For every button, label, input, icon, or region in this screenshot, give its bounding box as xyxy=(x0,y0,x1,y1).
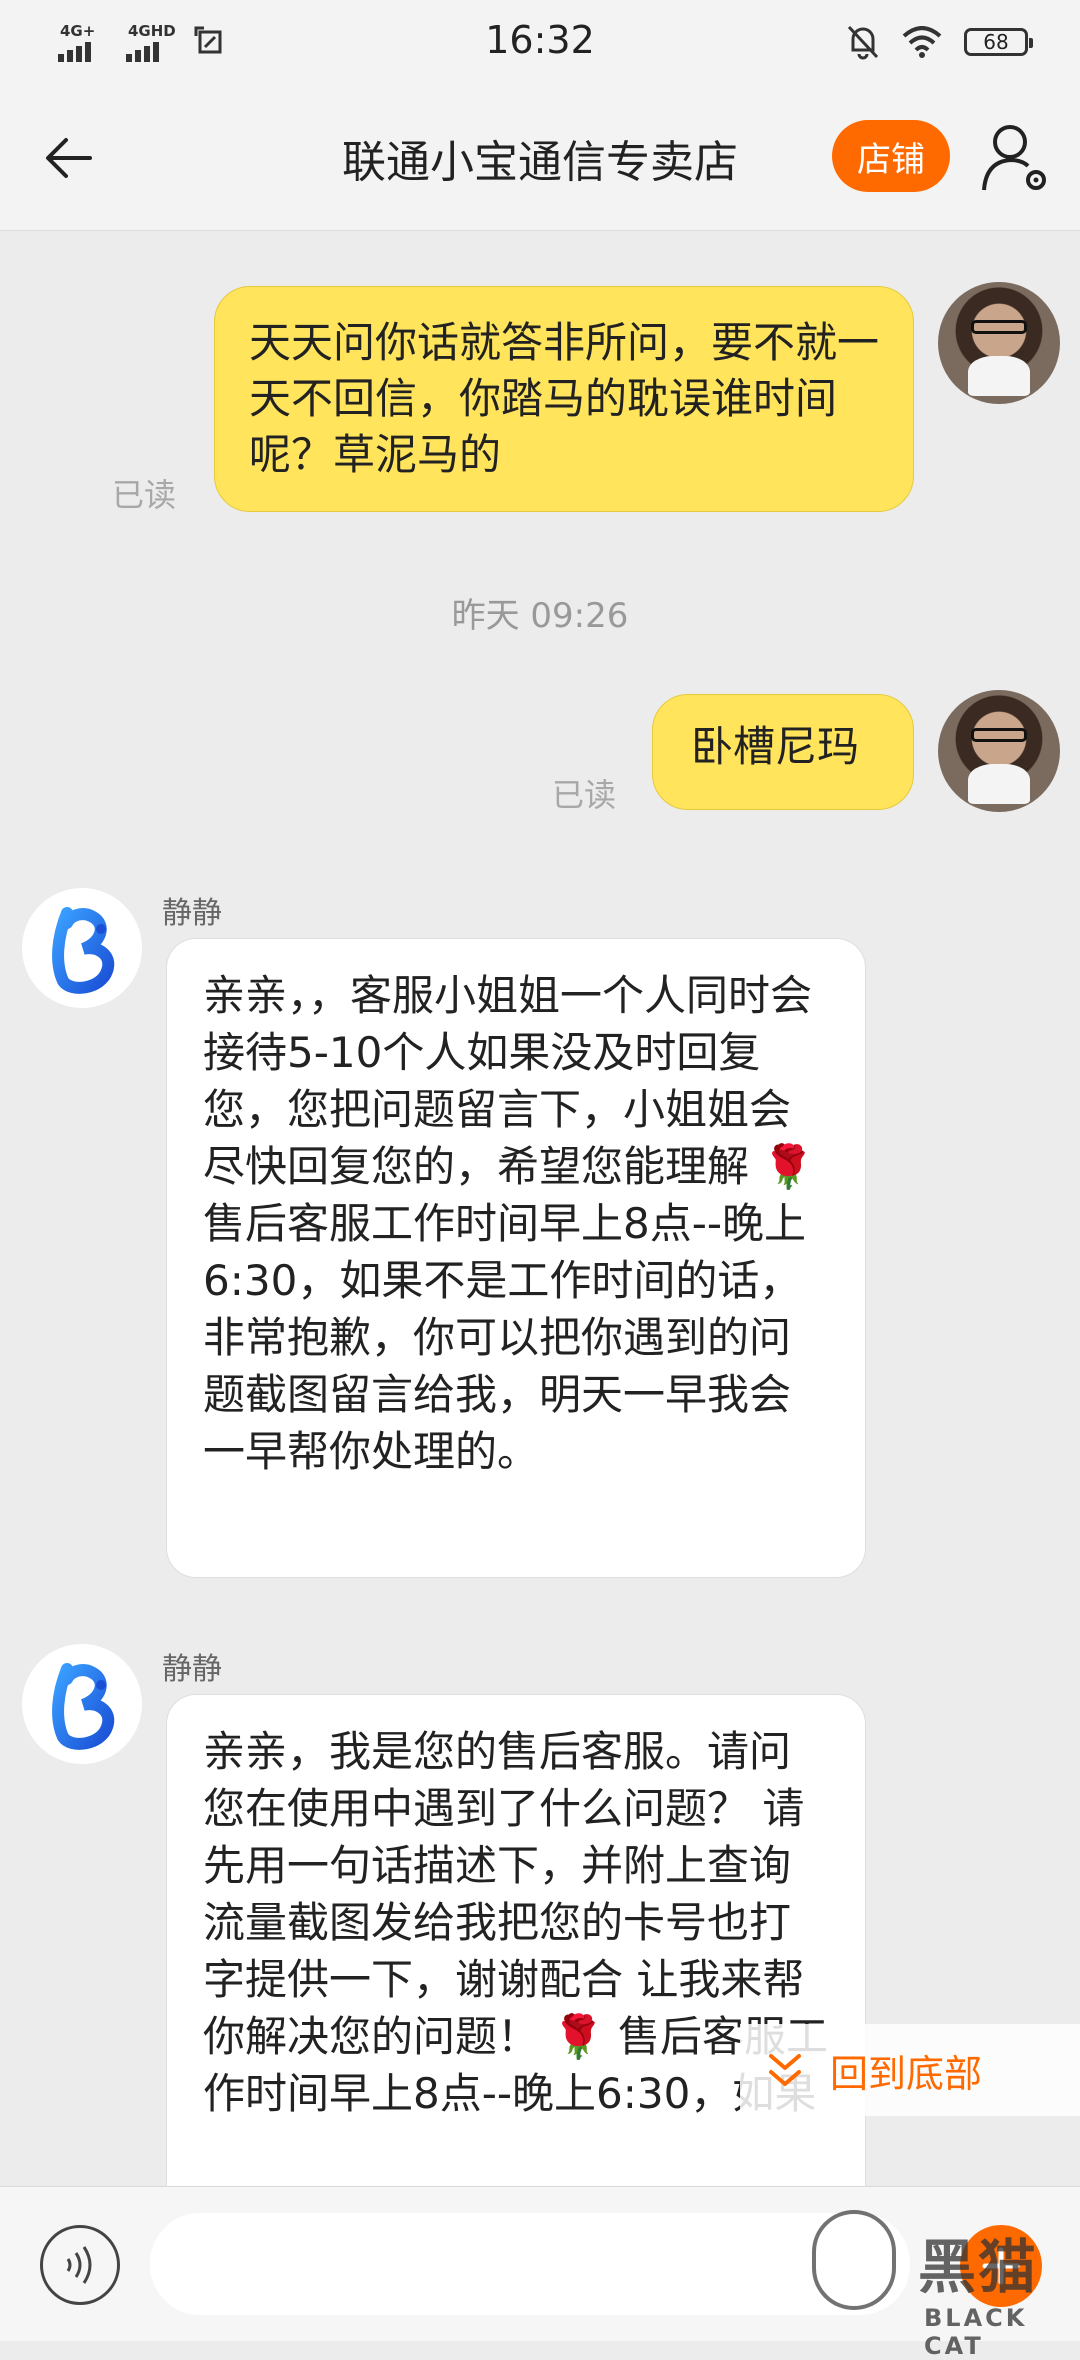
chat-header: 联通小宝通信专卖店 店铺 xyxy=(0,84,1080,231)
shop-logo-icon xyxy=(52,907,115,994)
shop-button[interactable]: 店铺 xyxy=(832,120,950,192)
cat-logo-icon xyxy=(812,2210,896,2310)
sender-name: 静静 xyxy=(162,1652,222,1687)
battery-level: 68 xyxy=(983,30,1009,54)
sender-name: 静静 xyxy=(162,896,222,931)
message-text: 亲亲，我是您的售后客服。请问您在使用中遇到了什么问题？ 请先用一句话描述下，并附… xyxy=(203,1727,828,2118)
scroll-to-bottom-button[interactable]: 回到底部 xyxy=(740,2024,1080,2116)
battery-icon: 68 xyxy=(964,28,1033,56)
black-cat-watermark: 黑猫 BLACK CAT xyxy=(800,2200,1080,2360)
shop-message-bubble[interactable]: 亲亲，我是您的售后客服。请问您在使用中遇到了什么问题？ 请先用一句话描述下，并附… xyxy=(166,1694,866,2254)
my-message-bubble[interactable]: 卧槽尼玛 xyxy=(652,694,914,810)
shop-message-bubble[interactable]: 亲亲，，客服小姐姐一个人同时会接待5-10个人如果没及时回复您，您把问题留言下，… xyxy=(166,938,866,1578)
my-message-bubble[interactable]: 天天问你话就答非所问，要不就一天不回信，你踏马的耽误谁时间呢？草泥马的 xyxy=(214,286,914,512)
user-settings-icon[interactable] xyxy=(980,120,1052,196)
scroll-to-bottom-label: 回到底部 xyxy=(830,2051,983,2096)
user-avatar[interactable] xyxy=(938,690,1060,812)
time-separator: 昨天 09:26 xyxy=(451,596,629,636)
double-chevron-down-icon xyxy=(769,2054,801,2086)
status-right: 68 xyxy=(846,20,1033,64)
shop-logo-icon xyxy=(52,1663,115,1750)
watermark-en: BLACK CAT xyxy=(924,2304,1028,2360)
shop-avatar[interactable] xyxy=(22,1644,142,1764)
voice-input-button[interactable] xyxy=(40,2225,120,2305)
message-text: 亲亲，，客服小姐姐一个人同时会接待5-10个人如果没及时回复您，您把问题留言下，… xyxy=(203,971,815,1476)
user-avatar[interactable] xyxy=(938,282,1060,404)
read-status: 已读 xyxy=(112,476,177,514)
mute-bell-icon xyxy=(847,25,879,60)
watermark-cn: 黑猫 xyxy=(918,2233,1039,2301)
wifi-icon xyxy=(902,26,942,58)
message-text: 卧槽尼玛 xyxy=(691,722,860,771)
status-bar: 4G+ 4GHD 16:32 68 xyxy=(0,0,1080,84)
shop-avatar[interactable] xyxy=(22,888,142,1008)
voice-wave-icon xyxy=(66,2246,92,2284)
message-input[interactable] xyxy=(150,2213,910,2315)
message-text: 天天问你话就答非所问，要不就一天不回信，你踏马的耽误谁时间呢？草泥马的 xyxy=(249,318,880,479)
read-status: 已读 xyxy=(552,776,617,814)
